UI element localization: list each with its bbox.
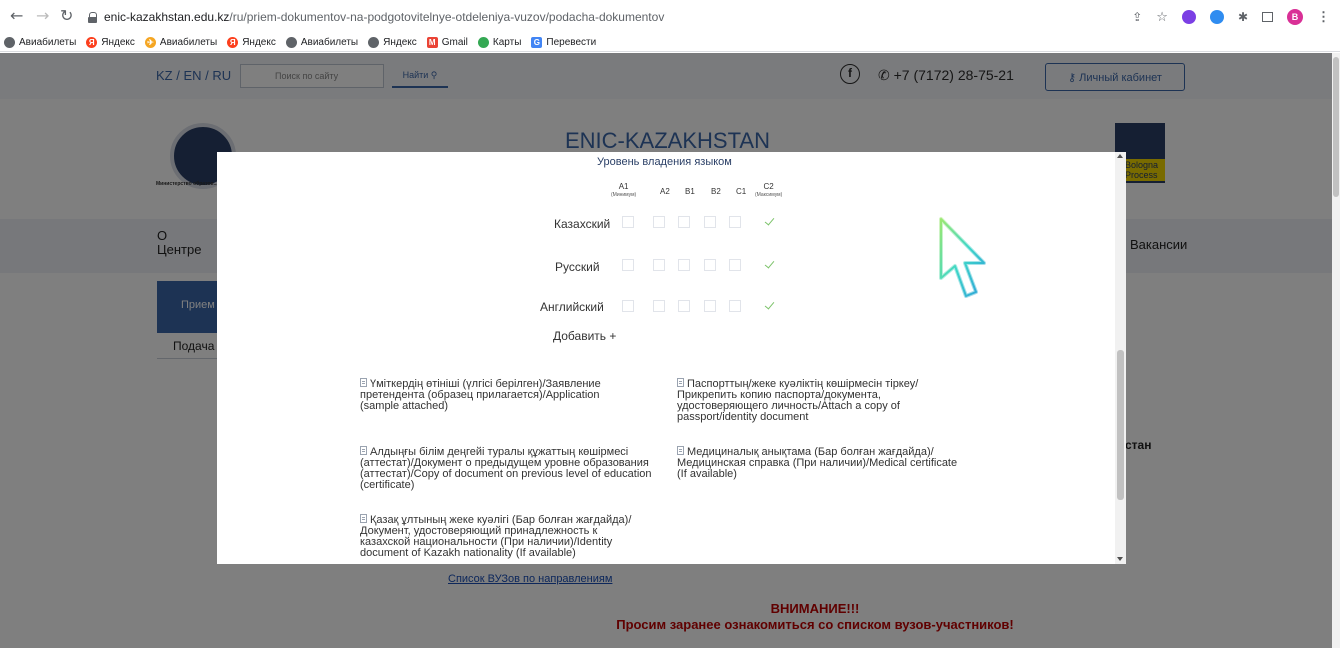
level-checkbox-a1[interactable] bbox=[622, 259, 634, 271]
language-label: Русский bbox=[555, 260, 600, 274]
reload-icon[interactable]: ↻ bbox=[60, 8, 73, 24]
mouse-cursor-icon bbox=[939, 217, 986, 298]
language-level-title: Уровень владения языком bbox=[597, 156, 732, 168]
url-text: enic-kazakhstan.edu.kz/ru/priem-dokument… bbox=[104, 10, 665, 24]
level-header-b2: B2 bbox=[711, 187, 721, 196]
extensions-puzzle-icon[interactable]: ✱ bbox=[1238, 10, 1248, 24]
level-header-a2: A2 bbox=[660, 187, 670, 196]
file-icon bbox=[677, 446, 684, 455]
maps-icon bbox=[477, 37, 489, 48]
bookmark-item[interactable]: M Gmail bbox=[426, 37, 468, 48]
scroll-up-arrow-icon[interactable] bbox=[1117, 154, 1123, 158]
plane-icon: ✈ bbox=[144, 37, 156, 48]
language-label: Казахский bbox=[554, 217, 611, 231]
lock-icon bbox=[88, 11, 98, 23]
level-checkbox-a1[interactable] bbox=[622, 216, 634, 228]
side-panel-icon[interactable] bbox=[1262, 12, 1273, 22]
bookmark-item[interactable]: ✈ Авиабилеты bbox=[144, 37, 217, 48]
bookmark-star-icon[interactable]: ☆ bbox=[1156, 10, 1168, 25]
extension-blue-icon[interactable] bbox=[1209, 10, 1224, 24]
yandex-icon: Я bbox=[86, 37, 98, 48]
level-header-c1: C1 bbox=[736, 187, 747, 196]
file-icon bbox=[360, 446, 367, 455]
modal-scroll-thumb[interactable] bbox=[1117, 350, 1124, 500]
add-language-button[interactable]: Добавить + bbox=[553, 329, 616, 343]
file-icon bbox=[677, 378, 684, 387]
level-checkbox-a1[interactable] bbox=[622, 300, 634, 312]
address-bar[interactable]: enic-kazakhstan.edu.kz/ru/priem-dokument… bbox=[84, 5, 1184, 29]
profile-avatar[interactable]: B bbox=[1287, 9, 1303, 25]
level-checkbox-c2-checked[interactable] bbox=[763, 259, 775, 271]
level-checkbox-c1[interactable] bbox=[729, 259, 741, 271]
level-checkbox-c2-checked[interactable] bbox=[763, 216, 775, 228]
document-upload-item[interactable]: Қазақ ұлтының жеке куәлігі (Бар болған ж… bbox=[360, 514, 650, 559]
globe-icon bbox=[368, 37, 380, 48]
file-icon bbox=[360, 378, 367, 387]
level-checkbox-c1[interactable] bbox=[729, 216, 741, 228]
document-upload-item[interactable]: Алдыңғы білім деңгейі туралы құжаттың кө… bbox=[360, 446, 660, 491]
globe-icon bbox=[285, 37, 297, 48]
bookmark-item[interactable]: Авиабилеты bbox=[4, 37, 76, 48]
share-icon[interactable]: ⇪ bbox=[1132, 10, 1142, 24]
level-header-b1: B1 bbox=[685, 187, 695, 196]
language-label: Английский bbox=[540, 300, 604, 314]
application-modal: Уровень владения языком A1 (Минимум) A2 B… bbox=[217, 152, 1126, 564]
browser-actions: ⇪ ☆ ✱ B ⋮ bbox=[1132, 9, 1330, 25]
bookmark-item[interactable]: G Перевести bbox=[531, 37, 596, 48]
level-checkbox-a2[interactable] bbox=[653, 216, 665, 228]
page-scrollbar[interactable] bbox=[1332, 53, 1340, 648]
bookmark-item[interactable]: Авиабилеты bbox=[285, 37, 358, 48]
globe-icon bbox=[4, 37, 15, 48]
document-upload-item[interactable]: Паспорттың/жеке куәліктің көшірмесін тір… bbox=[677, 378, 955, 423]
yandex-icon: Я bbox=[227, 37, 239, 48]
level-checkbox-a2[interactable] bbox=[653, 259, 665, 271]
menu-dots-icon[interactable]: ⋮ bbox=[1317, 9, 1330, 25]
extension-vpn-icon[interactable] bbox=[1181, 10, 1196, 24]
bookmark-item[interactable]: Я Яндекс bbox=[86, 37, 135, 48]
level-checkbox-c2-checked[interactable] bbox=[763, 300, 775, 312]
level-checkbox-b2[interactable] bbox=[704, 300, 716, 312]
level-checkbox-b1[interactable] bbox=[678, 216, 690, 228]
scroll-down-arrow-icon[interactable] bbox=[1117, 557, 1123, 561]
bookmark-item[interactable]: Карты bbox=[477, 37, 521, 48]
level-checkbox-a2[interactable] bbox=[653, 300, 665, 312]
browser-toolbar: ← → ↻ enic-kazakhstan.edu.kz/ru/priem-do… bbox=[0, 0, 1340, 34]
level-checkbox-c1[interactable] bbox=[729, 300, 741, 312]
level-checkbox-b1[interactable] bbox=[678, 300, 690, 312]
document-upload-item[interactable]: Үміткердің өтініші (үлгісі берілген)/Зая… bbox=[360, 378, 630, 412]
translate-icon: G bbox=[531, 37, 543, 48]
back-arrow-icon[interactable]: ← bbox=[10, 8, 23, 24]
level-checkbox-b2[interactable] bbox=[704, 216, 716, 228]
level-checkbox-b1[interactable] bbox=[678, 259, 690, 271]
forward-arrow-icon[interactable]: → bbox=[36, 8, 49, 24]
bookmark-item[interactable]: Я Яндекс bbox=[227, 37, 276, 48]
bookmark-item[interactable]: Яндекс bbox=[368, 37, 417, 48]
gmail-icon: M bbox=[426, 37, 438, 48]
level-checkbox-b2[interactable] bbox=[704, 259, 716, 271]
bookmarks-bar: Авиабилеты Я Яндекс ✈ Авиабилеты Я Яндекс А… bbox=[0, 34, 1340, 52]
document-upload-item[interactable]: Медициналық анықтама (Бар болған жағдайд… bbox=[677, 446, 967, 480]
level-header-c2: C2 (Максимум) bbox=[755, 182, 783, 198]
level-header-a1: A1 (Минимум) bbox=[611, 182, 637, 198]
modal-scrollbar[interactable] bbox=[1115, 152, 1126, 564]
file-icon bbox=[360, 514, 367, 523]
